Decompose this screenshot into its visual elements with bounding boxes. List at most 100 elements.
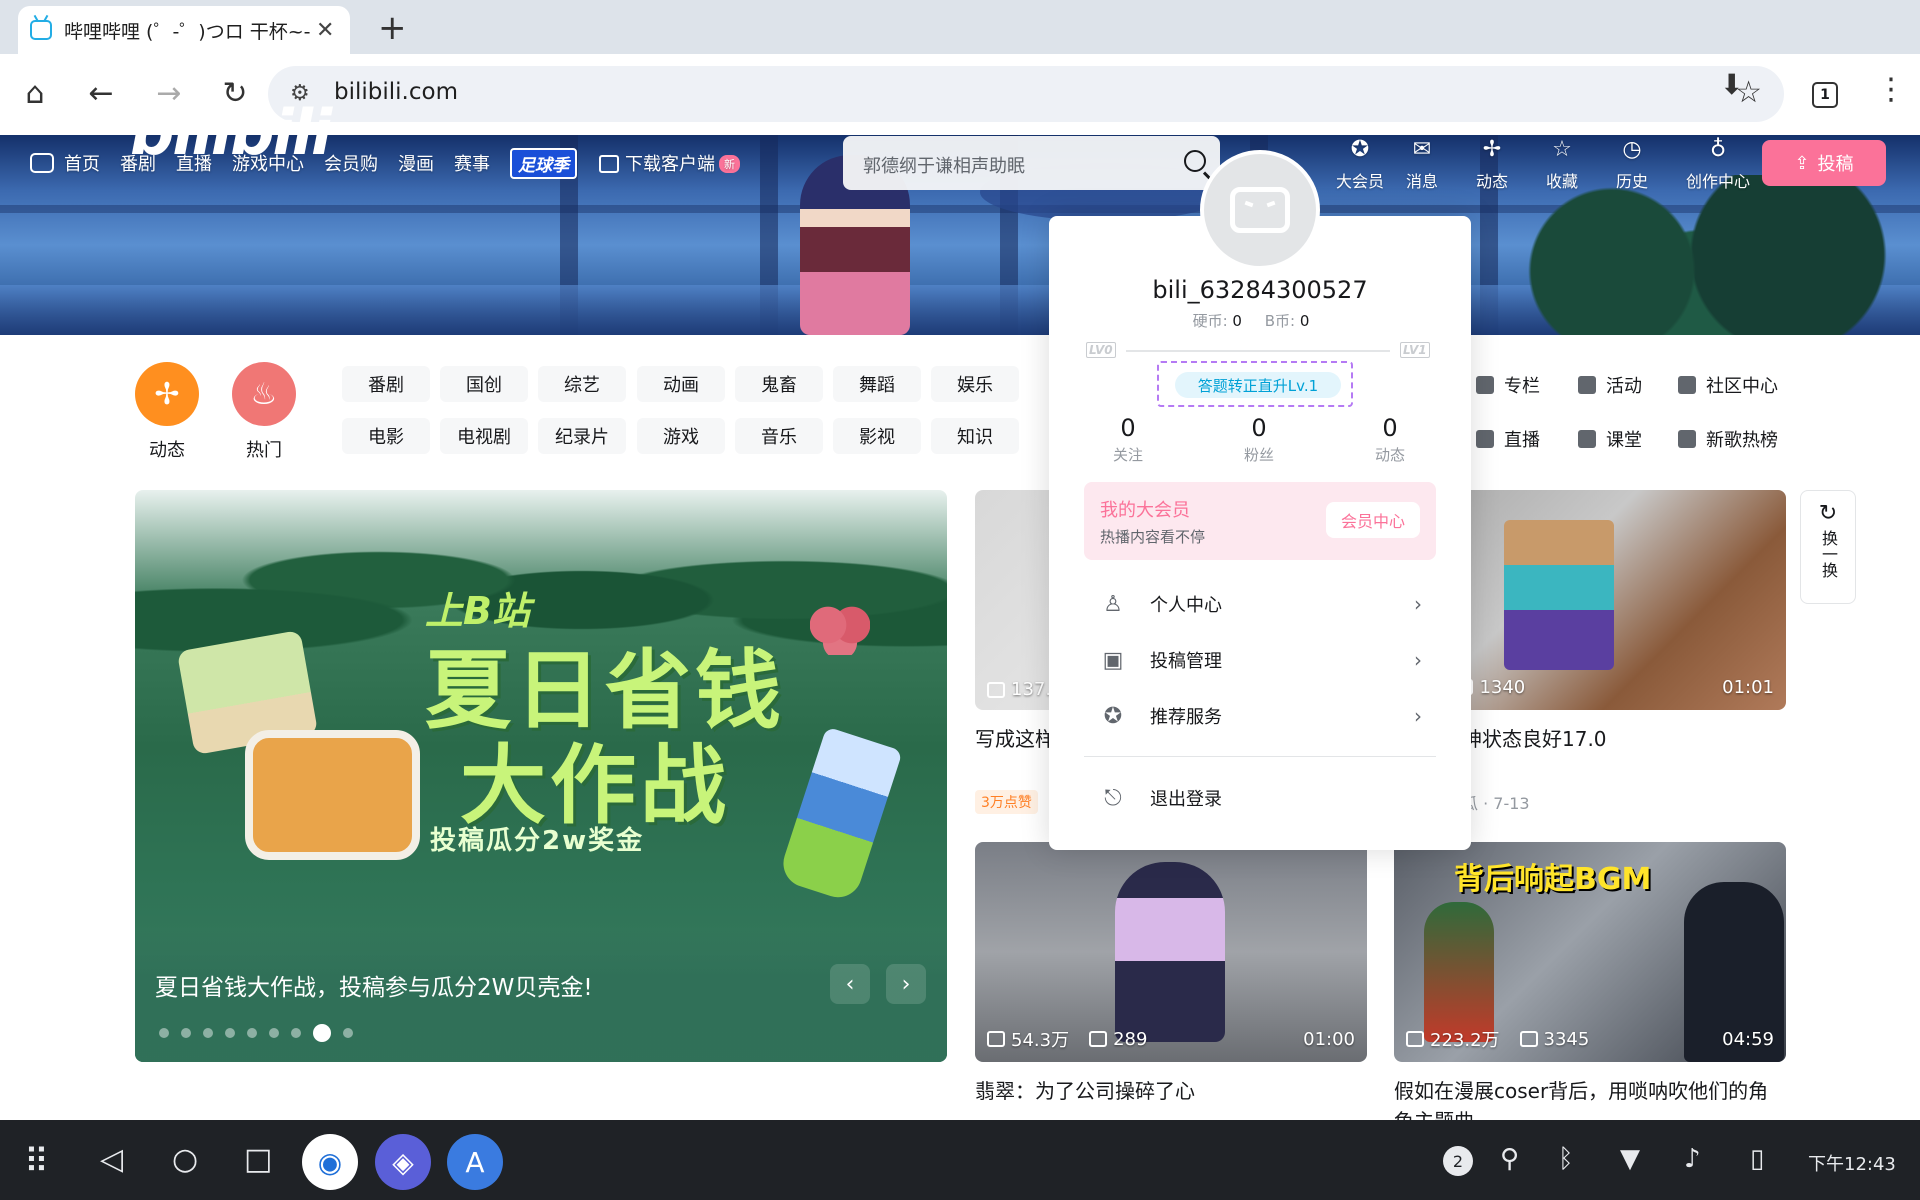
carousel-dot[interactable]	[159, 1028, 169, 1038]
url-text[interactable]: bilibili.com	[334, 79, 458, 105]
wifi-icon[interactable]: ▼	[1620, 1144, 1640, 1174]
carousel-next-button[interactable]: ›	[886, 964, 926, 1004]
stat-posts[interactable]: 0 动态	[1340, 414, 1440, 465]
dynamics-circle-label[interactable]: 动态	[135, 436, 199, 462]
dynamics-circle-button[interactable]: ✢	[135, 362, 199, 426]
channel-chip[interactable]: 动画	[637, 366, 725, 402]
carousel-dot[interactable]	[247, 1028, 257, 1038]
stat-followers[interactable]: 0 粉丝	[1209, 414, 1309, 465]
vip-center-button[interactable]: 会员中心	[1326, 502, 1420, 538]
carousel-dot[interactable]	[343, 1028, 353, 1038]
app-a-icon[interactable]: A	[447, 1134, 503, 1190]
new-tab-button[interactable]: +	[378, 8, 407, 48]
username[interactable]: bili_63284300527	[1049, 276, 1471, 304]
video-thumbnail[interactable]: 54.3万 289 01:00	[975, 842, 1367, 1062]
video-title[interactable]: 翡翠：为了公司操碎了心	[975, 1076, 1195, 1106]
side-link-column[interactable]: 专栏	[1476, 372, 1540, 398]
browser-tab-bilibili[interactable]: 哔哩哔哩 (゜-゜)つロ 干杯~-bilibili ✕	[18, 6, 350, 54]
side-link-live[interactable]: 直播	[1476, 426, 1540, 452]
side-link-new-songs[interactable]: 新歌热榜	[1678, 426, 1778, 452]
carousel-dot[interactable]	[269, 1028, 279, 1038]
nav-home[interactable]: 首页	[64, 150, 100, 176]
back-triangle-icon[interactable]: ◁	[100, 1142, 123, 1177]
tab-count-icon[interactable]: 1	[1812, 82, 1838, 108]
nav-download-client[interactable]: 下载客户端新	[599, 150, 740, 176]
menu-recommend-service[interactable]: ✪ 推荐服务 ›	[1100, 696, 1422, 736]
nav-esports[interactable]: 赛事	[454, 150, 490, 176]
video-title[interactable]: 写成这样	[975, 724, 1055, 754]
launcher-grid-icon[interactable]: ⠿	[24, 1142, 49, 1182]
channel-chip[interactable]: 娱乐	[931, 366, 1019, 402]
nav-vip[interactable]: ✪ 大会员	[1336, 138, 1384, 192]
menu-personal-center[interactable]: ♙ 个人中心 ›	[1100, 584, 1422, 624]
channel-chip[interactable]: 番剧	[342, 366, 430, 402]
level-upgrade-button[interactable]: 答题转正直升Lv.1	[1175, 372, 1341, 398]
carousel-dot[interactable]	[203, 1028, 213, 1038]
carousel-dot[interactable]	[181, 1028, 191, 1038]
hot-circle-label[interactable]: 热门	[232, 436, 296, 462]
channel-chip[interactable]: 电视剧	[440, 418, 528, 454]
address-bar[interactable]: ⚙ bilibili.com ☆	[268, 66, 1784, 122]
back-icon[interactable]: ←	[76, 68, 126, 118]
carousel-dot[interactable]	[225, 1028, 235, 1038]
nav-favorites[interactable]: ☆ 收藏	[1546, 138, 1578, 192]
channel-chip[interactable]: 知识	[931, 418, 1019, 454]
video-title[interactable]: 神状态良好17.0	[1462, 724, 1607, 754]
nav-live[interactable]: 直播	[176, 150, 212, 176]
video-thumbnail[interactable]: 背后响起BGM 223.2万 3345 04:59	[1394, 842, 1786, 1062]
channel-chip[interactable]: 舞蹈	[833, 366, 921, 402]
home-circle-icon[interactable]: ○	[172, 1142, 198, 1177]
carousel-caption[interactable]: 夏日省钱大作战，投稿参与瓜分2W贝壳金!	[155, 968, 593, 1002]
channel-chip[interactable]: 影视	[833, 418, 921, 454]
nav-dynamics[interactable]: ✢ 动态	[1476, 138, 1508, 192]
carousel-prev-button[interactable]: ‹	[830, 964, 870, 1004]
video-meta[interactable]: 瓜 · 7-13	[1462, 790, 1530, 814]
side-link-activity[interactable]: 活动	[1578, 372, 1642, 398]
side-link-community[interactable]: 社区中心	[1678, 372, 1778, 398]
channel-chip[interactable]: 音乐	[735, 418, 823, 454]
search-placeholder[interactable]: 郭德纲于谦相声助眠	[863, 152, 1025, 178]
nav-history[interactable]: ◷ 历史	[1616, 138, 1648, 192]
pin-icon[interactable]: ⚲	[1500, 1144, 1519, 1174]
video-title[interactable]: 假如在漫展coser背后，用唢呐吹他们的角色主题曲	[1394, 1076, 1786, 1120]
bili-search-box[interactable]: 郭德纲于谦相声助眠	[843, 136, 1220, 190]
notification-count-badge[interactable]: 2	[1443, 1146, 1473, 1176]
download-icon[interactable]: ⬇	[1720, 68, 1743, 101]
menu-logout[interactable]: ⎋ 退出登录	[1100, 778, 1422, 818]
user-avatar[interactable]	[1200, 150, 1320, 270]
app-icon[interactable]: ◈	[375, 1134, 431, 1190]
refresh-recommendations-button[interactable]: ↻ 换一换	[1800, 490, 1856, 604]
channel-chip[interactable]: 游戏	[637, 418, 725, 454]
nav-football-season[interactable]: 足球季	[510, 147, 577, 179]
nav-anime[interactable]: 番剧	[120, 150, 156, 176]
side-link-classroom[interactable]: 课堂	[1578, 426, 1642, 452]
promo-carousel[interactable]: 上B站 夏日省钱 大作战 投稿瓜分2w奖金 夏日省钱大作战，投稿参与瓜分2W贝壳…	[135, 490, 947, 1062]
channel-chip[interactable]: 国创	[440, 366, 528, 402]
overview-square-icon[interactable]: □	[244, 1142, 272, 1177]
vip-promo-box[interactable]: 我的大会员 热播内容看不停 会员中心	[1084, 482, 1436, 560]
close-tab-icon[interactable]: ✕	[316, 18, 334, 43]
system-clock[interactable]: 下午12:43	[1808, 1150, 1896, 1176]
nav-messages[interactable]: ✉ 消息	[1406, 138, 1438, 192]
volume-icon[interactable]: ♪	[1684, 1144, 1701, 1174]
hot-circle-button[interactable]: ♨	[232, 362, 296, 426]
channel-chip[interactable]: 电影	[342, 418, 430, 454]
upload-button[interactable]: ⇪ 投稿	[1762, 140, 1886, 186]
bluetooth-icon[interactable]: ᛒ	[1558, 1144, 1574, 1174]
carousel-dot[interactable]	[291, 1028, 301, 1038]
search-icon[interactable]	[1184, 150, 1206, 172]
battery-icon[interactable]: ▯	[1750, 1144, 1764, 1174]
channel-chip[interactable]: 综艺	[538, 366, 626, 402]
channel-chip[interactable]: 纪录片	[538, 418, 626, 454]
menu-upload-manage[interactable]: ▣ 投稿管理 ›	[1100, 640, 1422, 680]
nav-creator-center[interactable]: ♁ 创作中心	[1686, 138, 1750, 192]
nav-manga[interactable]: 漫画	[398, 150, 434, 176]
browser-menu-icon[interactable]: ⋮	[1876, 72, 1906, 107]
nav-mall[interactable]: 会员购	[324, 150, 378, 176]
channel-chip[interactable]: 鬼畜	[735, 366, 823, 402]
carousel-dot[interactable]	[313, 1024, 331, 1042]
nav-game-center[interactable]: 游戏中心	[232, 150, 304, 176]
home-icon[interactable]: ⌂	[10, 68, 60, 118]
stat-following[interactable]: 0 关注	[1078, 414, 1178, 465]
chrome-app-icon[interactable]: ◉	[302, 1134, 358, 1190]
